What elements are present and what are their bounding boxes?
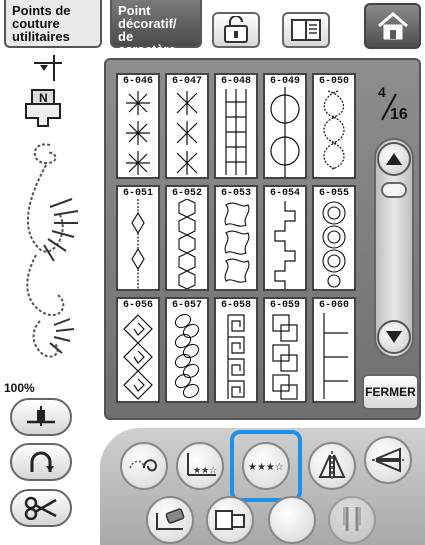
- mirror-horizontal-button[interactable]: [364, 436, 412, 484]
- triangle-up-icon: [386, 153, 402, 165]
- scroll-thumb[interactable]: [381, 182, 407, 198]
- close-button[interactable]: FERMER: [362, 374, 419, 410]
- thread-cutter-button[interactable]: [10, 489, 72, 527]
- stitch-code-label: 6-060: [318, 300, 349, 311]
- scissors-icon: [24, 496, 57, 520]
- steps-stitch-icon: [274, 201, 296, 289]
- tab-decorative-line3: de caractère: [118, 29, 176, 57]
- stitch-6-058[interactable]: 6-058: [214, 297, 258, 403]
- page-total: 16: [390, 106, 408, 123]
- presser-foot-lift-button[interactable]: [10, 398, 72, 436]
- thread-cut-direction-button[interactable]: [10, 443, 72, 481]
- squares-icon: [215, 510, 245, 530]
- stitch-code-label: 6-056: [122, 300, 153, 311]
- stitch-6-049[interactable]: 6-049: [263, 73, 307, 179]
- unlock-button[interactable]: [212, 12, 260, 48]
- mirror-vertical-icon: [318, 451, 346, 481]
- triangle-down-icon: [386, 331, 402, 343]
- stitch-preview-panel: N: [0, 55, 100, 395]
- thread-tension-button[interactable]: [120, 442, 168, 490]
- blocks-stitch-icon: [272, 314, 298, 400]
- honeycomb-stitch-icon: [178, 199, 196, 289]
- twin-needle-button[interactable]: [328, 496, 376, 544]
- stitch-6-050[interactable]: 6-050: [312, 73, 356, 179]
- presser-foot-icon: N: [22, 88, 64, 128]
- sunburst-stitch-icon: [126, 91, 150, 175]
- stitch-6-052[interactable]: 6-052: [165, 185, 209, 291]
- svg-text:★★★☆: ★★★☆: [248, 462, 284, 473]
- stitch-code-label: 6-053: [220, 188, 251, 199]
- manual-button[interactable]: [282, 12, 330, 48]
- stitch-6-048[interactable]: 6-048: [214, 73, 258, 179]
- stitch-code-label: 6-052: [171, 188, 202, 199]
- stitch-6-054[interactable]: 6-054: [263, 185, 307, 291]
- circles-stitch-icon: [270, 87, 300, 177]
- stitch-6-059[interactable]: 6-059: [263, 297, 307, 403]
- stitch-density-button[interactable]: ★★★☆: [242, 442, 290, 490]
- stitch-code-label: 6-049: [269, 76, 300, 87]
- arch-arrow-icon: [30, 451, 54, 472]
- home-icon: [377, 12, 408, 40]
- stars-density-icon: ★★★☆: [248, 462, 284, 473]
- blank-button: [268, 496, 316, 544]
- stitch-code-label: 6-046: [122, 76, 153, 87]
- stitch-code-label: 6-048: [220, 76, 251, 87]
- comb-stitch-icon: [323, 313, 348, 399]
- stitch-preview-image: [26, 143, 79, 358]
- stitch-code-label: 6-051: [122, 188, 153, 199]
- stitch-6-056[interactable]: 6-056: [116, 297, 160, 403]
- stitch-code-label: 6-059: [269, 300, 300, 311]
- mirror-vertical-button[interactable]: [308, 442, 356, 490]
- stitch-code-label: 6-047: [171, 76, 202, 87]
- home-button[interactable]: [364, 3, 421, 49]
- spiral-diamonds-stitch-icon: [123, 314, 153, 400]
- stitch-6-057[interactable]: 6-057: [165, 297, 209, 403]
- stitch-code-label: 6-057: [171, 300, 202, 311]
- scallop-stitch-icon: [323, 90, 345, 170]
- elongation-button[interactable]: [206, 496, 254, 544]
- star-stitch-icon: ★★☆: [187, 453, 217, 476]
- stitch-code-label: 6-058: [220, 300, 251, 311]
- eraser-button[interactable]: [146, 496, 194, 544]
- ladder-stitch-icon: [225, 89, 247, 175]
- zoom-level: 100%: [4, 381, 35, 395]
- stitch-6-060[interactable]: 6-060: [312, 297, 356, 403]
- greek-key-stitch-icon: [227, 314, 245, 399]
- svg-text:★★☆: ★★☆: [193, 466, 217, 476]
- page-indicator: 4 16: [368, 80, 416, 132]
- mirror-horizontal-icon: [372, 447, 404, 473]
- tab-utility-label: Points de couture utilitaires: [12, 3, 71, 44]
- scroll-down-button[interactable]: [377, 320, 411, 354]
- tab-decorative-stitches[interactable]: Point décoratif/ de caractère: [110, 0, 202, 56]
- puzzle-stitch-icon: [224, 202, 250, 283]
- stitch-6-055[interactable]: 6-055: [312, 185, 356, 291]
- stitch-code-label: 6-054: [269, 188, 300, 199]
- stitch-grid: 6-046 6-047 6-048 6-049 6-050 6-051 6-052 6-053…: [116, 73, 362, 413]
- manual-book-icon: [291, 19, 321, 41]
- domes-stitch-icon: [322, 201, 346, 288]
- snowflake-stitch-icon: [176, 91, 198, 175]
- stitch-6-047[interactable]: 6-047: [165, 73, 209, 179]
- stitch-6-046[interactable]: 6-046: [116, 73, 160, 179]
- tab-utility-stitches[interactable]: Points de couture utilitaires: [4, 0, 102, 48]
- unlock-icon: [224, 16, 248, 43]
- scrollbar[interactable]: [374, 138, 414, 358]
- needle-position-icon: [34, 55, 62, 81]
- stitch-6-051[interactable]: 6-051: [116, 185, 160, 291]
- twin-needle-icon: [343, 507, 361, 531]
- stitch-6-053[interactable]: 6-053: [214, 185, 258, 291]
- stitch-selection-panel: 6-046 6-047 6-048 6-049 6-050 6-051 6-052 6-053…: [104, 58, 421, 420]
- stitch-size-button[interactable]: ★★☆: [176, 442, 224, 490]
- eraser-icon: [156, 508, 185, 530]
- presser-foot-lift-icon: [27, 406, 55, 426]
- presser-foot-letter: N: [39, 91, 48, 105]
- needle-thread-icon: [129, 459, 158, 472]
- stitch-code-label: 6-050: [318, 76, 349, 87]
- diamonds-stitch-icon: [131, 199, 145, 289]
- stitch-code-label: 6-055: [318, 188, 349, 199]
- scroll-up-button[interactable]: [377, 142, 411, 176]
- chain-stitch-icon: [174, 313, 200, 399]
